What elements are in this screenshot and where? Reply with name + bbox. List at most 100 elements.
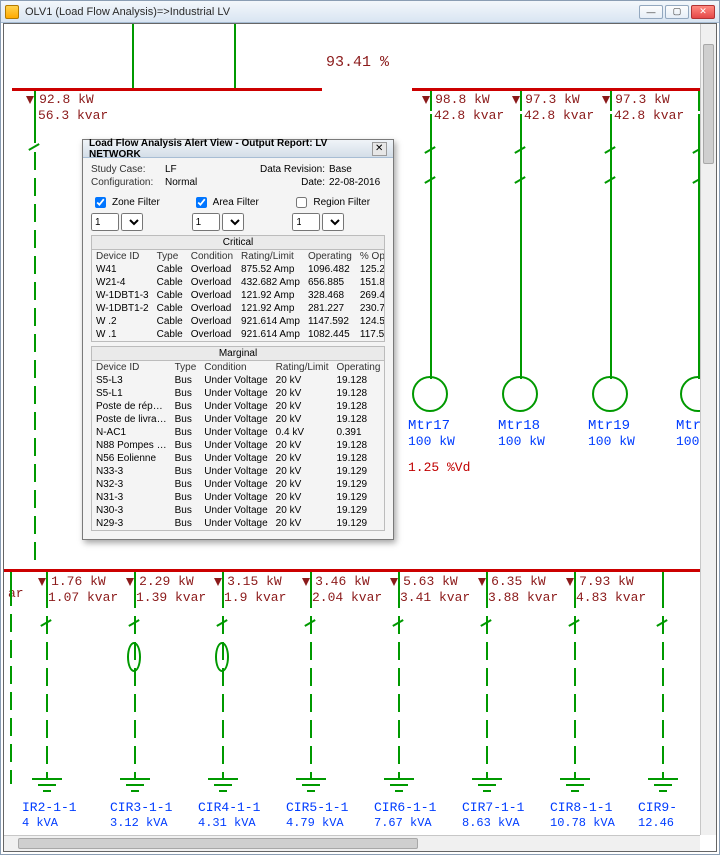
motor-kvar: 42.8 kvar <box>434 108 504 123</box>
table-row[interactable]: N29-3BusUnder Voltage20 kV19.12995.6 <box>92 517 385 530</box>
circuit-kw: 3.15 kW <box>227 574 282 589</box>
table-row[interactable]: N-AC1BusUnder Voltage0.4 kV0.39197.7 <box>92 426 385 439</box>
table-row[interactable]: N88 Pompes …BusUnder Voltage20 kV19.1289… <box>92 439 385 452</box>
table-row[interactable]: N56 EolienneBusUnder Voltage20 kV19.1289… <box>92 452 385 465</box>
table-row[interactable]: W-1DBT1-2CableOverload121.92 Amp281.2272… <box>92 302 385 315</box>
region-filter-num[interactable] <box>292 213 320 231</box>
table-row[interactable]: Poste de rép…BusUnder Voltage20 kV19.128… <box>92 400 385 413</box>
circuit-name: CIR8-1-1 <box>550 800 612 815</box>
area-filter-select[interactable] <box>222 213 244 231</box>
zone-filter-check[interactable]: Zone Filter <box>91 194 184 211</box>
date-value: 22-08-2016 <box>329 177 385 188</box>
flow-arrow-icon <box>566 578 574 586</box>
circuit-kva: 8.63 kVA <box>462 816 520 830</box>
marginal-grid[interactable]: Device IDTypeConditionRating/LimitOperat… <box>91 361 385 531</box>
ground-symbol <box>384 778 414 796</box>
flow-arrow-icon <box>26 96 34 104</box>
ground-symbol <box>472 778 502 796</box>
circuit-name: CIR4-1-1 <box>198 800 260 815</box>
circuit-kva: 4.79 kVA <box>286 816 344 830</box>
app-icon <box>5 5 19 19</box>
table-row[interactable]: W .2CableOverload921.614 Amp1147.592124.… <box>92 315 385 328</box>
min-button[interactable]: — <box>639 5 663 19</box>
col-header: % Operating <box>384 361 385 374</box>
area-filter-check[interactable]: Area Filter <box>192 194 285 211</box>
col-header: Type <box>171 361 201 374</box>
date-label: Date: <box>257 177 329 188</box>
col-header: Rating/Limit <box>237 250 304 263</box>
circuit-kvar: 4.83 kvar <box>576 590 646 605</box>
motor-kw: 98.8 kW <box>435 92 490 107</box>
table-row[interactable]: W41CableOverload875.52 Amp1096.482125.2 <box>92 263 385 276</box>
zone-filter-select[interactable] <box>121 213 143 231</box>
vertical-scrollbar[interactable] <box>700 24 716 835</box>
circuit-name: CIR7-1-1 <box>462 800 524 815</box>
close-button[interactable]: ✕ <box>691 5 715 19</box>
ground-symbol <box>32 778 62 796</box>
circuit-kw: 5.63 kW <box>403 574 458 589</box>
col-header: % Operating <box>356 250 385 263</box>
flow-arrow-icon <box>512 96 520 104</box>
zone-filter-num[interactable] <box>91 213 119 231</box>
circuit-kw: 1.76 kW <box>51 574 106 589</box>
region-filter-select[interactable] <box>322 213 344 231</box>
col-header: Operating <box>304 250 356 263</box>
upper-left-kvar: 56.3 kvar <box>38 108 108 123</box>
motor-kw: 97.3 kW <box>525 92 580 107</box>
circuit-kva: 4.31 kVA <box>198 816 256 830</box>
circuit-name: CIR5-1-1 <box>286 800 348 815</box>
table-row[interactable]: W21-4CableOverload432.682 Amp656.885151.… <box>92 276 385 289</box>
table-row[interactable]: N28-3BusUnder Voltage20 kV19.12995.6 <box>92 530 385 531</box>
dialog-title: Load Flow Analysis Alert View - Output R… <box>89 138 372 160</box>
motor-kvar: 42.8 kvar <box>614 108 684 123</box>
motor-kvar: 42.8 kvar <box>524 108 594 123</box>
max-button[interactable]: ▢ <box>665 5 689 19</box>
flow-arrow-icon <box>478 578 486 586</box>
bus-top-right <box>412 88 700 91</box>
flow-arrow-icon <box>302 578 310 586</box>
col-header: Operating <box>332 361 384 374</box>
circuit-kvar: 2.04 kvar <box>312 590 382 605</box>
circuit-kva: 4 kVA <box>22 816 58 830</box>
col-header: Condition <box>200 361 271 374</box>
ground-symbol <box>120 778 150 796</box>
dialog-close-button[interactable]: ✕ <box>372 142 388 156</box>
critical-grid[interactable]: Device IDTypeConditionRating/LimitOperat… <box>91 250 385 342</box>
motor-symbol <box>412 376 448 412</box>
circuit-kw: 6.35 kW <box>491 574 546 589</box>
motor-rating: 100 kW <box>588 434 635 449</box>
upper-left-kw: 92.8 kW <box>39 92 94 107</box>
table-row[interactable]: S5-L3BusUnder Voltage20 kV19.12895.6 <box>92 374 385 387</box>
table-row[interactable]: S5-L1BusUnder Voltage20 kV19.12895.6 <box>92 387 385 400</box>
critical-header: Critical <box>91 235 385 250</box>
flow-arrow-icon <box>390 578 398 586</box>
study-case-value: LF <box>165 164 225 175</box>
flow-arrow-icon <box>422 96 430 104</box>
area-filter-num[interactable] <box>192 213 220 231</box>
horizontal-scrollbar[interactable] <box>4 835 700 851</box>
table-row[interactable]: N33-3BusUnder Voltage20 kV19.12995.6 <box>92 465 385 478</box>
table-row[interactable]: N30-3BusUnder Voltage20 kV19.12995.6 <box>92 504 385 517</box>
circuit-kvar: 3.88 kvar <box>488 590 558 605</box>
top-percent: 93.41 % <box>326 54 389 71</box>
flow-arrow-icon <box>38 578 46 586</box>
circuit-kw: 2.29 kW <box>139 574 194 589</box>
table-row[interactable]: W .1CableOverload921.614 Amp1082.445117.… <box>92 328 385 341</box>
circuit-name: CIR9- <box>638 800 677 815</box>
table-row[interactable]: N32-3BusUnder Voltage20 kV19.12995.6 <box>92 478 385 491</box>
table-row[interactable]: W-1DBT1-3CableOverload121.92 Amp328.4682… <box>92 289 385 302</box>
circuit-kvar: 3.41 kvar <box>400 590 470 605</box>
fuse-symbol <box>127 642 141 672</box>
circuit-name: CIR6-1-1 <box>374 800 436 815</box>
motor-symbol <box>502 376 538 412</box>
motor-rating: 100 kW <box>408 434 455 449</box>
fuse-symbol <box>215 642 229 672</box>
region-filter-check[interactable]: Region Filter <box>292 194 385 211</box>
table-row[interactable]: Poste de livra…BusUnder Voltage20 kV19.1… <box>92 413 385 426</box>
datarev-value: Base <box>329 164 385 175</box>
flow-arrow-icon <box>126 578 134 586</box>
circuit-kvar: 1.39 kvar <box>136 590 206 605</box>
table-row[interactable]: N31-3BusUnder Voltage20 kV19.12995.6 <box>92 491 385 504</box>
circuit-kva: 12.46 <box>638 816 674 830</box>
col-header: Condition <box>187 250 237 263</box>
